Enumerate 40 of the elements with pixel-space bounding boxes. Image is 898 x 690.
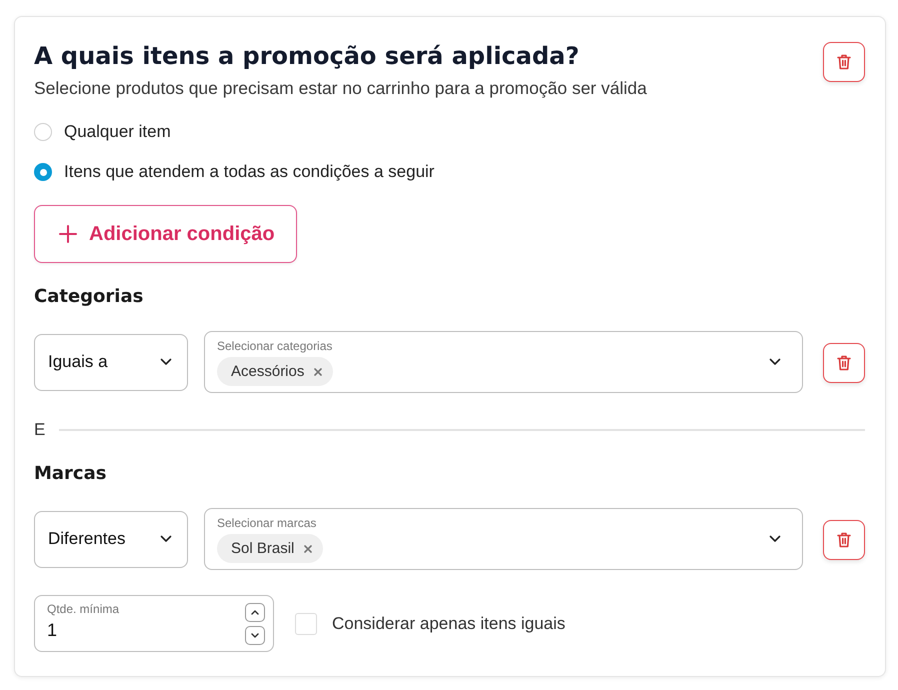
close-icon[interactable] — [314, 368, 322, 376]
delete-button[interactable] — [823, 520, 865, 560]
connector-label: E — [34, 420, 46, 440]
chevron-down-icon — [160, 358, 172, 366]
field-value: 1 — [47, 619, 58, 641]
trash-icon — [837, 355, 851, 371]
delete-button[interactable] — [823, 343, 865, 383]
multi-select-field[interactable]: Selecionar marcas Sol Brasil — [204, 508, 803, 570]
chevron-down-icon — [769, 535, 781, 543]
operator-select[interactable]: Iguais a — [34, 334, 188, 390]
radio-label: Itens que atendem a todas as condições a seguir — [64, 162, 434, 182]
field-label: Selecionar categorias — [217, 339, 332, 353]
section-title: A quais itens a promoção será aplicada? — [34, 41, 580, 72]
field-label: Qtde. mínima — [47, 602, 120, 616]
chevron-down-icon — [251, 632, 259, 638]
radio-button[interactable] — [34, 163, 52, 181]
section-subtitle: Selecione produtos que precisam estar no carrinho para a promoção ser válida — [34, 78, 647, 98]
field-label: Selecionar marcas — [217, 516, 316, 530]
condition-heading: Marcas — [34, 462, 106, 486]
plus-icon — [59, 225, 77, 243]
multi-select-field[interactable]: Selecionar categorias Acessórios — [204, 331, 803, 393]
decrement-button[interactable] — [245, 626, 265, 644]
trash-icon — [837, 532, 851, 548]
delete-button[interactable] — [823, 42, 865, 82]
condition-heading: Categorias — [34, 285, 144, 309]
chevron-down-icon — [769, 358, 781, 366]
chevron-down-icon — [160, 535, 172, 543]
checkbox-label: Considerar apenas itens iguais — [332, 614, 566, 634]
tag-label: Sol Brasil — [231, 540, 294, 557]
chevron-up-icon — [251, 610, 259, 614]
checkbox[interactable] — [295, 612, 317, 634]
radio-label: Qualquer item — [64, 122, 171, 142]
add-condition-button[interactable]: Adicionar condição — [34, 205, 297, 263]
increment-button[interactable] — [245, 602, 265, 622]
operator-select[interactable]: Diferentes — [34, 510, 188, 568]
trash-icon — [837, 54, 851, 70]
close-icon[interactable] — [304, 544, 312, 552]
radio-button[interactable] — [34, 123, 52, 141]
tag-label: Acessórios — [231, 363, 304, 380]
quantity-field[interactable]: Qtde. mínima 1 — [34, 595, 274, 652]
